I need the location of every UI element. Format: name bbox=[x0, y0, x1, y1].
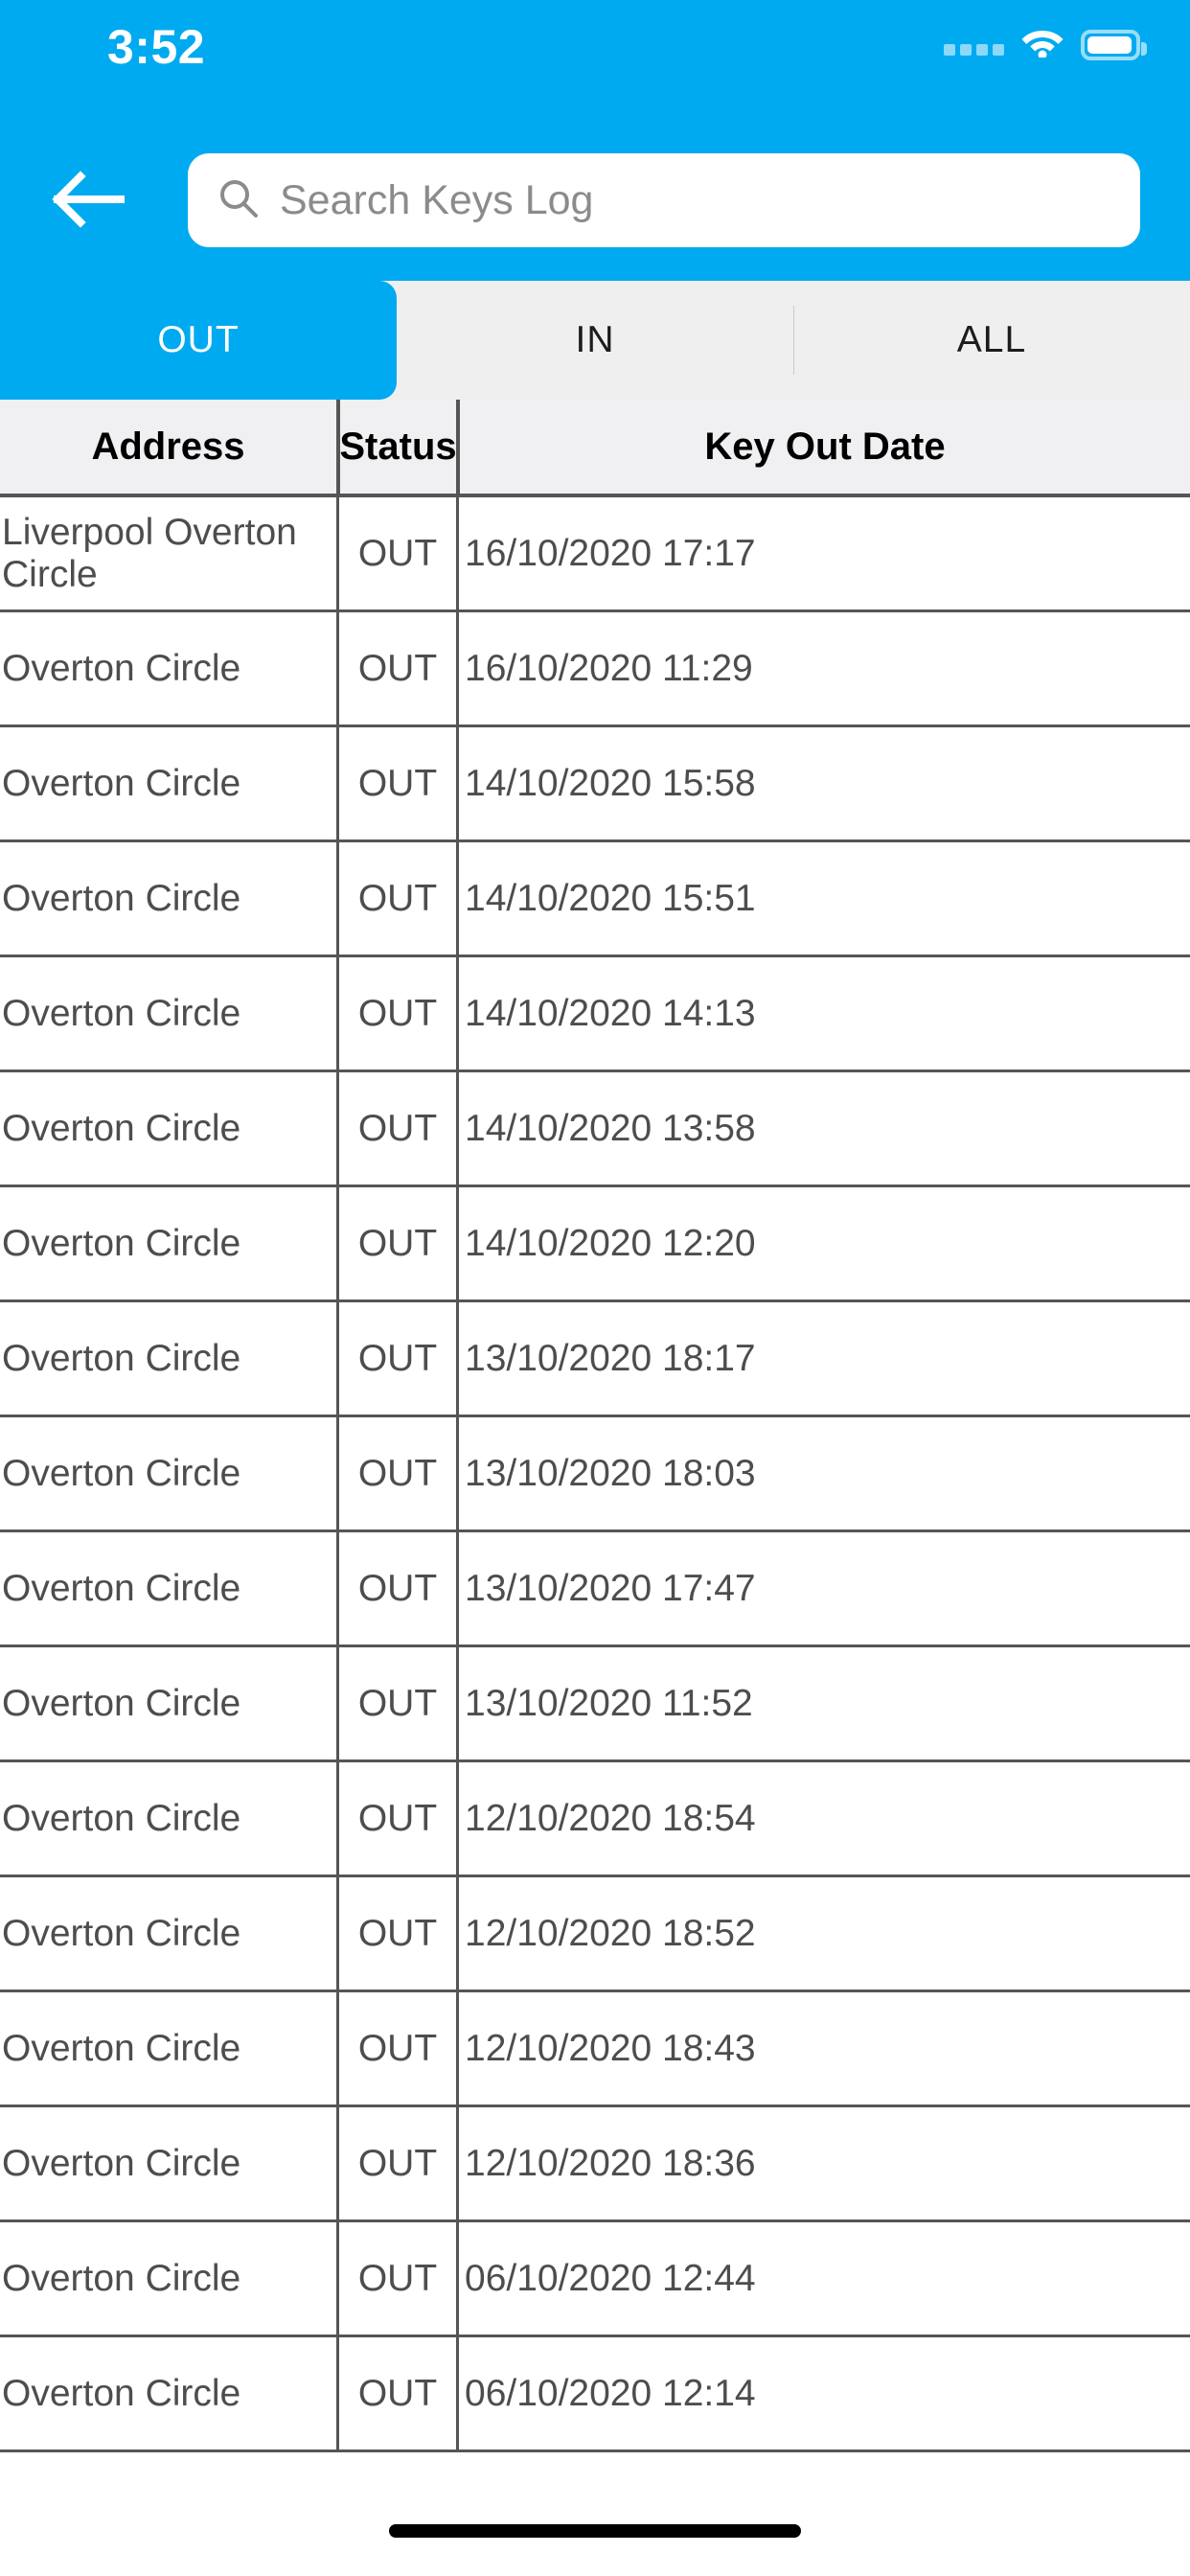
cell-key-out-date: 12/10/2020 18:54 bbox=[456, 1762, 1190, 1874]
cell-status: OUT bbox=[336, 2222, 456, 2334]
cell-key-out-date: 14/10/2020 12:20 bbox=[456, 1187, 1190, 1300]
cell-status: OUT bbox=[336, 1302, 456, 1414]
cell-status: OUT bbox=[336, 497, 456, 610]
cell-key-out-date: 12/10/2020 18:43 bbox=[456, 1992, 1190, 2104]
cell-key-out-date: 12/10/2020 18:52 bbox=[456, 1877, 1190, 1990]
status-bar: 3:52 bbox=[0, 0, 1190, 94]
table-row[interactable]: Overton Circle OUT 13/10/2020 17:47 bbox=[0, 1532, 1190, 1647]
cell-status: OUT bbox=[336, 1072, 456, 1184]
tab-all[interactable]: ALL bbox=[793, 281, 1190, 400]
cell-status: OUT bbox=[336, 1187, 456, 1300]
cell-address: Overton Circle bbox=[2, 1682, 241, 1724]
cell-key-out-date: 13/10/2020 17:47 bbox=[456, 1532, 1190, 1644]
tab-out[interactable]: OUT bbox=[0, 281, 397, 400]
cell-status: OUT bbox=[336, 727, 456, 840]
cell-address: Overton Circle bbox=[2, 2142, 241, 2184]
cell-address: Overton Circle bbox=[2, 1337, 241, 1379]
cell-key-out-date: 12/10/2020 18:36 bbox=[456, 2107, 1190, 2220]
table-row[interactable]: Overton Circle OUT 14/10/2020 14:13 bbox=[0, 957, 1190, 1072]
cell-key-out-date: 16/10/2020 17:17 bbox=[456, 497, 1190, 610]
battery-icon bbox=[1081, 29, 1147, 60]
cell-address: Liverpool Overton Circle bbox=[2, 511, 297, 595]
table-row[interactable]: Overton Circle OUT 06/10/2020 12:44 bbox=[0, 2222, 1190, 2337]
cell-address: Overton Circle bbox=[2, 2027, 241, 2069]
cell-address: Overton Circle bbox=[2, 1912, 241, 1954]
search-row: Search Keys Log bbox=[0, 153, 1190, 249]
cell-status: OUT bbox=[336, 957, 456, 1070]
app-screen: 3:52 Search Keys Log OUT IN ALL Address … bbox=[0, 0, 1190, 2576]
table-row[interactable]: Overton Circle OUT 16/10/2020 11:29 bbox=[0, 612, 1190, 727]
tab-all-label: ALL bbox=[956, 319, 1027, 360]
table-body: Liverpool Overton Circle OUT 16/10/2020 17… bbox=[0, 497, 1190, 2452]
cell-key-out-date: 06/10/2020 12:14 bbox=[456, 2337, 1190, 2450]
table-row[interactable]: Overton Circle OUT 13/10/2020 18:17 bbox=[0, 1302, 1190, 1417]
table-row[interactable]: Overton Circle OUT 12/10/2020 18:52 bbox=[0, 1877, 1190, 1992]
cell-status: OUT bbox=[336, 1877, 456, 1990]
table-row[interactable]: Liverpool Overton Circle OUT 16/10/2020 17… bbox=[0, 497, 1190, 612]
cell-address: Overton Circle bbox=[2, 1567, 241, 1609]
cell-address: Overton Circle bbox=[2, 1107, 241, 1149]
table-row[interactable]: Overton Circle OUT 14/10/2020 13:58 bbox=[0, 1072, 1190, 1187]
cell-status: OUT bbox=[336, 2107, 456, 2220]
cell-status: OUT bbox=[336, 612, 456, 724]
cell-status: OUT bbox=[336, 1532, 456, 1644]
cell-key-out-date: 14/10/2020 15:58 bbox=[456, 727, 1190, 840]
cell-key-out-date: 13/10/2020 18:17 bbox=[456, 1302, 1190, 1414]
tab-divider bbox=[793, 306, 794, 375]
filter-tab-bar: OUT IN ALL bbox=[0, 281, 1190, 400]
table-header-row: Address Status Key Out Date bbox=[0, 400, 1190, 497]
status-bar-clock: 3:52 bbox=[107, 20, 206, 74]
cell-address: Overton Circle bbox=[2, 877, 241, 919]
tab-out-label: OUT bbox=[157, 319, 240, 360]
cell-status: OUT bbox=[336, 1762, 456, 1874]
column-header-status: Status bbox=[336, 400, 457, 494]
cell-status: OUT bbox=[336, 842, 456, 954]
search-field[interactable]: Search Keys Log bbox=[188, 153, 1140, 247]
cell-status: OUT bbox=[336, 1417, 456, 1530]
tab-in-label: IN bbox=[575, 319, 615, 360]
column-header-address: Address bbox=[91, 425, 245, 468]
table-row[interactable]: Overton Circle OUT 14/10/2020 15:51 bbox=[0, 842, 1190, 957]
search-icon bbox=[218, 178, 259, 223]
cellular-signal-icon bbox=[944, 34, 1004, 56]
table-row[interactable]: Overton Circle OUT 12/10/2020 18:36 bbox=[0, 2107, 1190, 2222]
cell-address: Overton Circle bbox=[2, 2372, 241, 2414]
cell-status: OUT bbox=[336, 1992, 456, 2104]
cell-status: OUT bbox=[336, 2337, 456, 2450]
search-input-placeholder[interactable]: Search Keys Log bbox=[280, 177, 593, 224]
cell-key-out-date: 13/10/2020 18:03 bbox=[456, 1417, 1190, 1530]
cell-address: Overton Circle bbox=[2, 1797, 241, 1839]
cell-address: Overton Circle bbox=[2, 1452, 241, 1494]
table-row[interactable]: Overton Circle OUT 13/10/2020 11:52 bbox=[0, 1647, 1190, 1762]
keys-log-table: Address Status Key Out Date Liverpool Ov… bbox=[0, 400, 1190, 2452]
cell-address: Overton Circle bbox=[2, 1222, 241, 1264]
cell-key-out-date: 14/10/2020 13:58 bbox=[456, 1072, 1190, 1184]
cell-key-out-date: 14/10/2020 15:51 bbox=[456, 842, 1190, 954]
status-bar-indicators bbox=[944, 27, 1147, 62]
tab-in[interactable]: IN bbox=[397, 281, 793, 400]
table-row[interactable]: Overton Circle OUT 12/10/2020 18:54 bbox=[0, 1762, 1190, 1877]
cell-address: Overton Circle bbox=[2, 762, 241, 804]
back-arrow-icon bbox=[52, 170, 125, 233]
column-header-key-out-date: Key Out Date bbox=[456, 400, 1190, 494]
cell-status: OUT bbox=[336, 1647, 456, 1760]
table-row[interactable]: Overton Circle OUT 06/10/2020 12:14 bbox=[0, 2337, 1190, 2452]
cell-key-out-date: 16/10/2020 11:29 bbox=[456, 612, 1190, 724]
app-header: 3:52 Search Keys Log bbox=[0, 0, 1190, 281]
cell-key-out-date: 13/10/2020 11:52 bbox=[456, 1647, 1190, 1760]
table-row[interactable]: Overton Circle OUT 13/10/2020 18:03 bbox=[0, 1417, 1190, 1532]
cell-address: Overton Circle bbox=[2, 647, 241, 689]
back-button[interactable] bbox=[44, 165, 132, 238]
table-row[interactable]: Overton Circle OUT 14/10/2020 12:20 bbox=[0, 1187, 1190, 1302]
cell-address: Overton Circle bbox=[2, 2257, 241, 2299]
home-indicator[interactable] bbox=[389, 2524, 801, 2538]
table-row[interactable]: Overton Circle OUT 12/10/2020 18:43 bbox=[0, 1992, 1190, 2107]
cell-address: Overton Circle bbox=[2, 992, 241, 1034]
table-row[interactable]: Overton Circle OUT 14/10/2020 15:58 bbox=[0, 727, 1190, 842]
cell-key-out-date: 06/10/2020 12:44 bbox=[456, 2222, 1190, 2334]
wifi-icon bbox=[1021, 27, 1064, 62]
cell-key-out-date: 14/10/2020 14:13 bbox=[456, 957, 1190, 1070]
